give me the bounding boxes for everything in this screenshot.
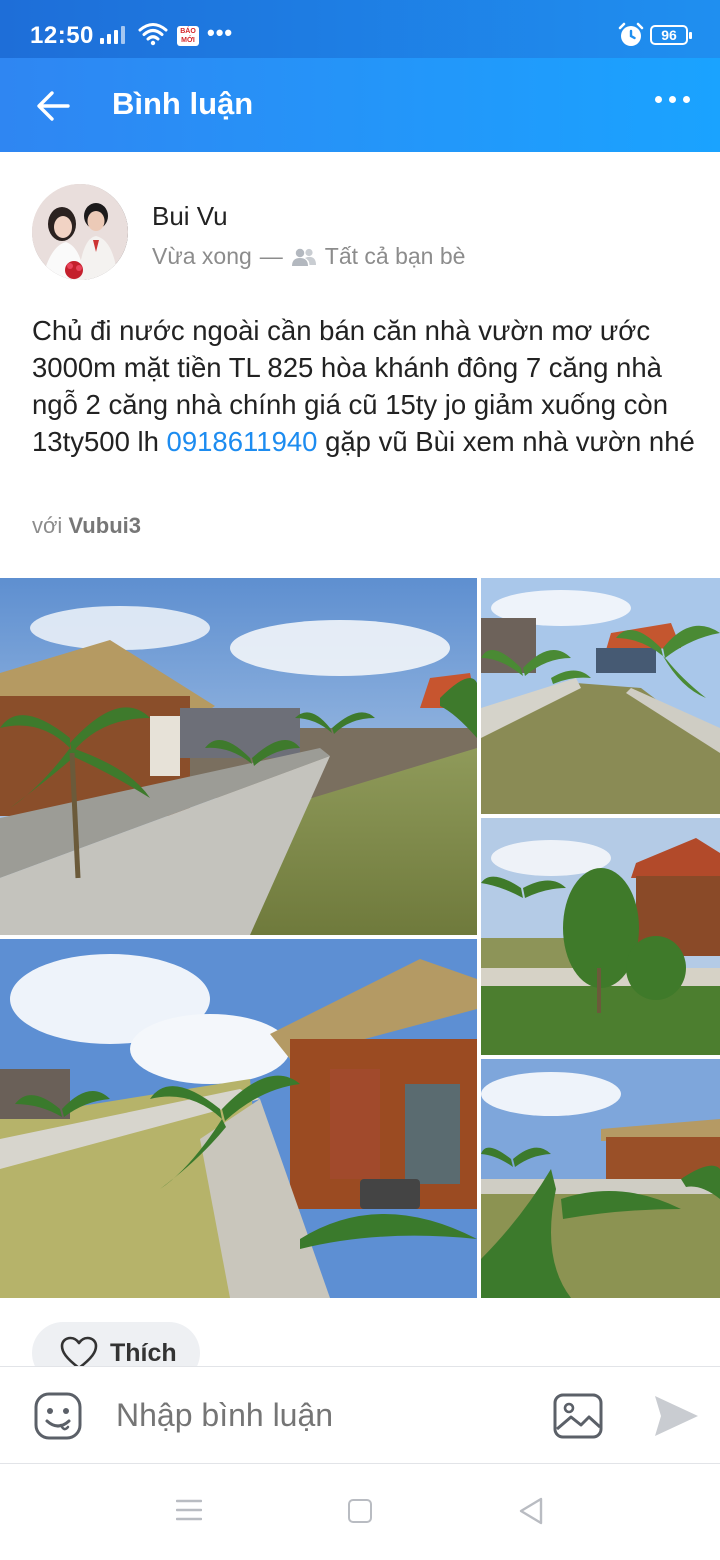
system-navigation-bar — [0, 1464, 720, 1560]
sticker-emoji-icon[interactable] — [34, 1392, 82, 1440]
wifi-icon — [138, 23, 168, 46]
comment-input[interactable] — [116, 1397, 516, 1434]
tagged-with: với Vubui3 — [32, 513, 141, 539]
recent-apps-icon[interactable] — [176, 1498, 202, 1522]
heart-icon — [60, 1336, 98, 1370]
meta-separator: — — [259, 243, 283, 269]
post-audience: Tất cả bạn bè — [324, 243, 466, 269]
status-bar: 12:50 BÁO MỚI ••• 96 — [0, 0, 720, 58]
post-photo-1[interactable] — [0, 578, 477, 935]
send-icon[interactable] — [652, 1393, 700, 1439]
with-label: với — [32, 513, 63, 538]
post-photo-4[interactable] — [0, 939, 477, 1298]
alarm-icon — [618, 22, 644, 46]
like-label: Thích — [110, 1338, 177, 1367]
post-body: Chủ đi nước ngoài cần bán căn nhà vườn m… — [32, 312, 696, 460]
post-time: Vừa xong — [152, 243, 252, 269]
author-avatar[interactable] — [32, 184, 128, 280]
tagged-user-link[interactable]: Vubui3 — [68, 513, 141, 538]
post-photo-2[interactable] — [481, 578, 720, 814]
image-icon[interactable] — [553, 1393, 603, 1439]
comment-bar — [0, 1366, 720, 1464]
phone-link[interactable]: 0918611940 — [167, 426, 318, 457]
system-back-icon[interactable] — [518, 1496, 544, 1526]
home-icon[interactable] — [348, 1499, 372, 1523]
more-notifications-icon: ••• — [207, 20, 234, 45]
post-photo-3[interactable] — [481, 818, 720, 1055]
friends-icon — [291, 248, 316, 266]
more-options-icon[interactable] — [655, 96, 690, 103]
back-arrow-icon[interactable] — [34, 86, 74, 126]
author-name[interactable]: Bui Vu — [152, 201, 228, 232]
post-photo-5[interactable] — [481, 1059, 720, 1298]
post-meta: Vừa xong — Tất cả bạn bè — [152, 243, 465, 270]
notification-app-icon: BÁO MỚI — [177, 26, 199, 46]
battery-indicator: 96 — [650, 25, 692, 45]
app-header: Bình luận — [0, 58, 720, 152]
post-text-end: gặp vũ Bùi xem nhà vườn nhé — [317, 426, 695, 457]
signal-icon — [100, 26, 125, 44]
status-time: 12:50 — [30, 22, 94, 49]
page-title: Bình luận — [112, 86, 254, 121]
